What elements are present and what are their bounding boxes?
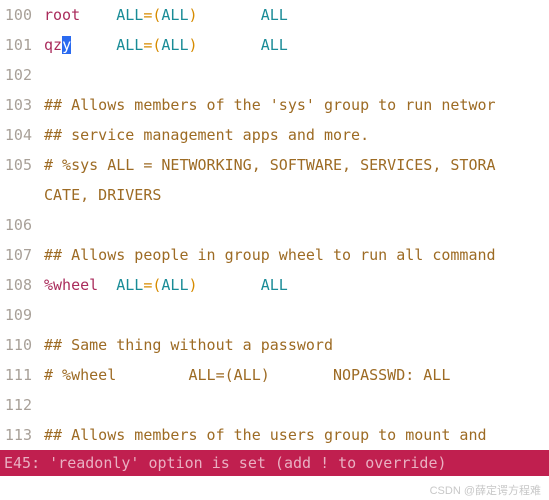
code-token: =( [143,36,161,54]
line-number: 106 [0,210,32,240]
code-line[interactable]: 112 [0,390,549,420]
line-content[interactable]: ## Allows members of the users group to … [32,420,496,450]
code-line[interactable]: 109 [0,300,549,330]
code-token: ## Allows members of the users group to … [44,426,496,444]
code-token: ## Allows people in group wheel to run a… [44,246,496,264]
line-number: 113 [0,420,32,450]
code-token: # %sys ALL = NETWORKING, SOFTWARE, SERVI… [44,156,496,174]
line-number: 105 [0,150,32,180]
line-number: 111 [0,360,32,390]
code-line[interactable]: 103 ## Allows members of the 'sys' group … [0,90,549,120]
line-number: 103 [0,90,32,120]
code-line[interactable]: 107 ## Allows people in group wheel to ru… [0,240,549,270]
code-token: ALL [161,36,188,54]
line-number: 100 [0,0,32,30]
code-token: ALL [161,6,188,24]
code-line[interactable]: 102 [0,60,549,90]
code-token: ## service management apps and more. [44,126,369,144]
code-token: # %wheel ALL=(ALL) NOPASSWD: ALL [44,366,450,384]
line-content[interactable]: ## Same thing without a password [32,330,333,360]
code-line[interactable]: 111 # %wheel ALL=(ALL) NOPASSWD: ALL [0,360,549,390]
code-token: ALL [261,36,288,54]
code-line[interactable]: CATE, DRIVERS [0,180,549,210]
line-content[interactable]: root ALL=(ALL) ALL [32,0,288,30]
code-line[interactable]: 108%wheel ALL=(ALL) ALL [0,270,549,300]
status-line: E45: 'readonly' option is set (add ! to … [0,450,549,476]
line-number: 101 [0,30,32,60]
code-token: ) [189,36,261,54]
code-line[interactable]: 100root ALL=(ALL) ALL [0,0,549,30]
code-line[interactable]: 110 ## Same thing without a password [0,330,549,360]
code-line[interactable]: 101qzy ALL=(ALL) ALL [0,30,549,60]
line-number: 110 [0,330,32,360]
line-number: 109 [0,300,32,330]
code-token: CATE, DRIVERS [44,186,161,204]
code-token [98,276,116,294]
code-editor[interactable]: 100root ALL=(ALL) ALL101qzy ALL=(ALL) AL… [0,0,549,450]
code-token: ALL [116,36,143,54]
code-token: root [44,6,80,24]
code-token [80,6,116,24]
line-content[interactable]: ## Allows members of the 'sys' group to … [32,90,496,120]
code-token: ALL [116,276,143,294]
code-line[interactable]: 104 ## service management apps and more. [0,120,549,150]
line-number: 112 [0,390,32,420]
line-content[interactable]: # %wheel ALL=(ALL) NOPASSWD: ALL [32,360,450,390]
watermark: CSDN @薛定谔方程难 [430,482,541,498]
code-token: ) [189,276,261,294]
code-token: %wheel [44,276,98,294]
code-token: ## Same thing without a password [44,336,333,354]
line-number: 104 [0,120,32,150]
line-number: 108 [0,270,32,300]
line-content[interactable]: ## Allows people in group wheel to run a… [32,240,496,270]
code-token: ## Allows members of the 'sys' group to … [44,96,496,114]
line-content[interactable]: CATE, DRIVERS [32,180,161,210]
line-content[interactable]: qzy ALL=(ALL) ALL [32,30,288,60]
line-number: 102 [0,60,32,90]
code-token: =( [143,6,161,24]
code-line[interactable]: 105 # %sys ALL = NETWORKING, SOFTWARE, SE… [0,150,549,180]
code-token: y [62,36,71,54]
code-line[interactable]: 113 ## Allows members of the users group … [0,420,549,450]
code-token: =( [143,276,161,294]
code-token: ALL [261,276,288,294]
code-line[interactable]: 106 [0,210,549,240]
code-token: ALL [161,276,188,294]
line-content[interactable]: # %sys ALL = NETWORKING, SOFTWARE, SERVI… [32,150,496,180]
line-content[interactable]: ## service management apps and more. [32,120,369,150]
code-token: ) [189,6,261,24]
code-token: qz [44,36,62,54]
line-number: 107 [0,240,32,270]
code-token: ALL [116,6,143,24]
code-token [71,36,116,54]
code-token: ALL [261,6,288,24]
line-content[interactable]: %wheel ALL=(ALL) ALL [32,270,288,300]
